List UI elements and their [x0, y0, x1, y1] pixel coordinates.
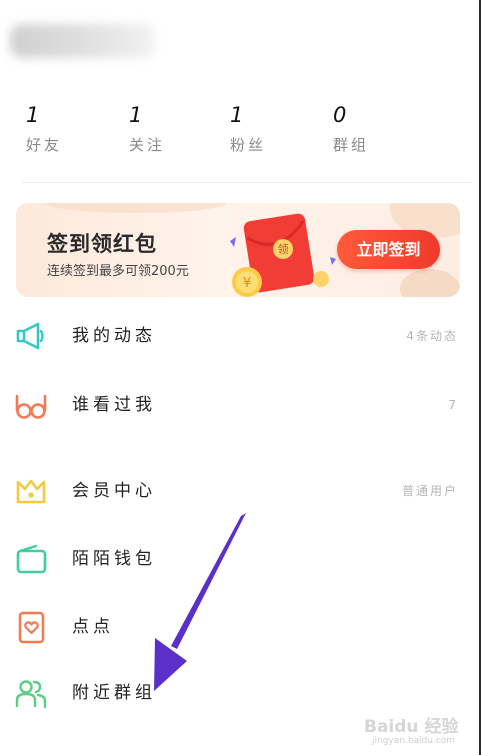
username-blurred[interactable]: [10, 24, 155, 58]
red-envelope-icon: 领 ¥: [230, 213, 336, 297]
stat-following[interactable]: 1 关注: [129, 100, 209, 155]
menu-label: 附近群组: [72, 683, 156, 703]
checkin-button[interactable]: 立即签到: [337, 230, 440, 269]
glasses-icon: [15, 394, 47, 419]
menu-label: 我的动态: [72, 326, 156, 346]
group-icon: [15, 680, 47, 709]
stat-fans[interactable]: 1 粉丝: [230, 100, 310, 155]
stat-label: 群组: [333, 136, 370, 154]
heart-card-icon: [18, 611, 45, 644]
stat-value: 1: [26, 103, 40, 127]
stat-groups[interactable]: 0 群组: [333, 100, 413, 155]
menu-label: 陌陌钱包: [72, 549, 156, 569]
watermark-text: Baidu 经验: [364, 717, 459, 737]
banner-decoration: [400, 269, 460, 297]
menu-detail: 普通用户: [401, 484, 458, 498]
banner-title: 签到领红包: [47, 232, 157, 256]
menu-item-membership[interactable]: 会员中心 普通用户: [0, 466, 478, 516]
menu-label: 会员中心: [72, 481, 156, 501]
menu-detail: 4条动态: [406, 329, 458, 343]
baidu-watermark: Baidu 经验 jingyan.baidu.com: [364, 708, 474, 750]
menu-label: 谁看过我: [72, 395, 156, 415]
menu-label: 点点: [72, 617, 114, 637]
menu-item-visitors[interactable]: 谁看过我 7: [0, 380, 478, 430]
menu-item-my-posts[interactable]: 我的动态 4条动态: [0, 311, 478, 361]
stat-label: 好友: [26, 136, 63, 154]
stat-label: 关注: [129, 136, 166, 154]
crown-icon: [16, 479, 46, 504]
stats-row: 1 好友 1 关注 1 粉丝 0 群组: [0, 100, 478, 170]
menu-item-wallet[interactable]: 陌陌钱包: [0, 534, 478, 584]
stat-label: 粉丝: [230, 136, 267, 154]
coin-symbol: ¥: [243, 276, 251, 291]
banner-decoration: [46, 203, 226, 213]
watermark-url: jingyan.baidu.com: [372, 736, 456, 746]
stat-value: 1: [230, 103, 244, 127]
stat-value: 1: [129, 103, 143, 127]
banner-subtitle: 连续签到最多可领200元: [47, 264, 189, 279]
stat-friends[interactable]: 1 好友: [26, 100, 106, 155]
divider: [22, 182, 471, 183]
megaphone-icon: [16, 322, 44, 350]
menu-item-dots[interactable]: 点点: [0, 602, 478, 652]
checkin-banner[interactable]: 签到领红包 连续签到最多可领200元 领 ¥ 立即签到: [16, 203, 460, 297]
envelope-label: 领: [278, 243, 289, 256]
stat-value: 0: [333, 103, 347, 127]
wallet-icon: [16, 544, 47, 574]
menu-detail: 7: [448, 398, 458, 412]
